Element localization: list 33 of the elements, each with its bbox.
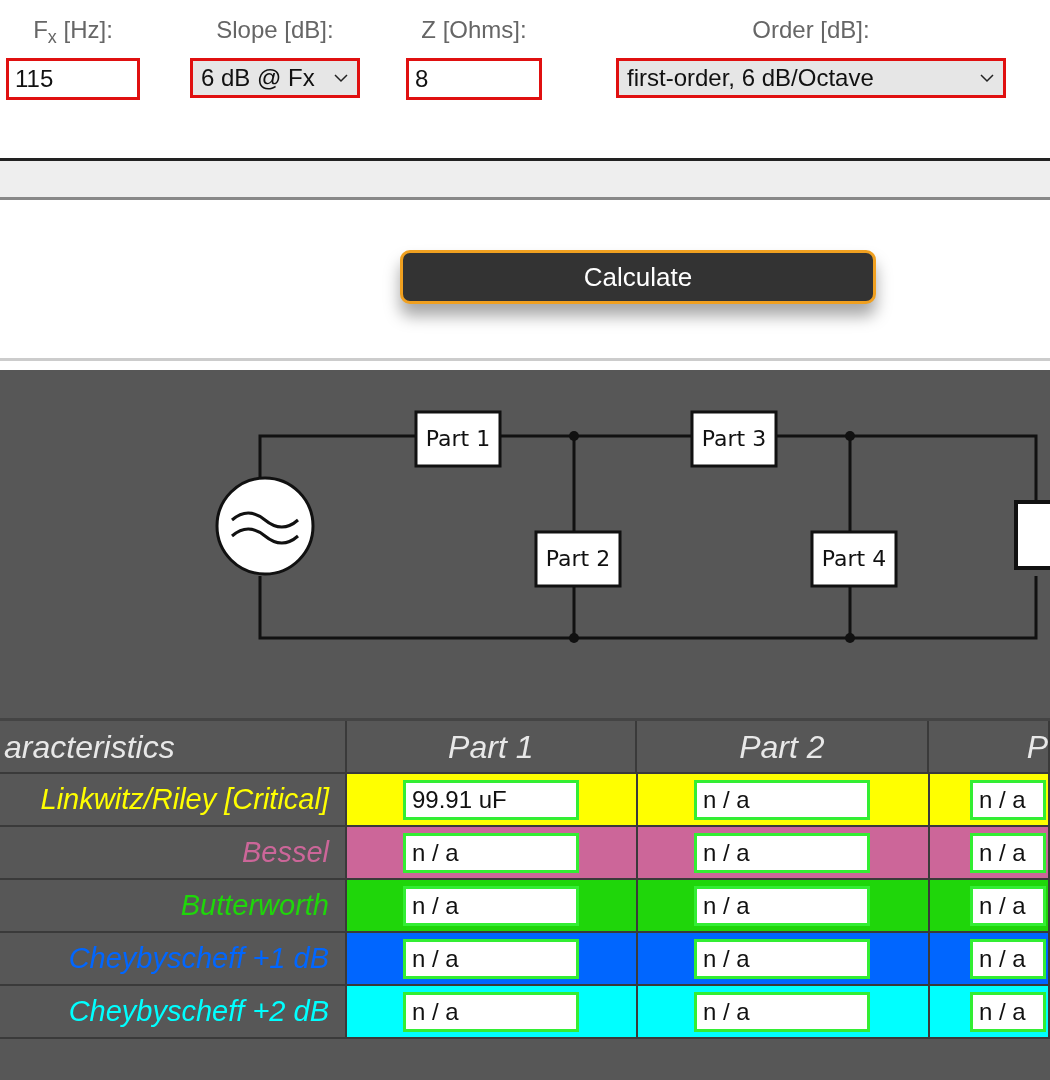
field-label: Z [Ohms]: (421, 15, 527, 45)
value-field[interactable]: n / a (694, 832, 870, 873)
value-field[interactable]: n / a (403, 832, 579, 873)
value-field[interactable]: n / a (970, 832, 1046, 873)
value-field[interactable]: n / a (694, 938, 870, 979)
value-field[interactable]: n / a (970, 991, 1046, 1032)
column-header: aracteristics (0, 721, 347, 774)
part-block: Part 3 (690, 410, 778, 468)
dropdown[interactable]: first-order, 6 dB/Octave (616, 58, 1006, 98)
value-field[interactable]: n / a (403, 991, 579, 1032)
ac-source-icon (215, 476, 315, 576)
part-block: Part 4 (810, 530, 898, 588)
field-label: Order [dB]: (752, 15, 870, 45)
input-field[interactable]: 115 (6, 58, 140, 100)
field-label: F$_{x}$ [Hz]: (33, 15, 113, 48)
value-field[interactable]: n / a (970, 885, 1046, 926)
part-block: Part 2 (534, 530, 622, 588)
value-field[interactable]: n / a (970, 779, 1046, 820)
part-block: Part 1 (414, 410, 502, 468)
calculate-button[interactable]: Calculate (400, 250, 876, 304)
chevron-down-icon (333, 73, 349, 83)
dropdown[interactable]: 6 dB @ Fx (190, 58, 360, 98)
chevron-down-icon (979, 73, 995, 83)
value-field[interactable]: n / a (694, 779, 870, 820)
value-field[interactable]: n / a (694, 991, 870, 1032)
load-block (1014, 500, 1050, 570)
value-field[interactable]: 99.91 uF (403, 779, 579, 820)
value-field[interactable]: n / a (970, 938, 1046, 979)
input-field[interactable]: 8 (406, 58, 542, 100)
field-label: Slope [dB]: (216, 15, 334, 45)
value-field[interactable]: n / a (403, 885, 579, 926)
value-field[interactable]: n / a (694, 885, 870, 926)
value-field[interactable]: n / a (403, 938, 579, 979)
